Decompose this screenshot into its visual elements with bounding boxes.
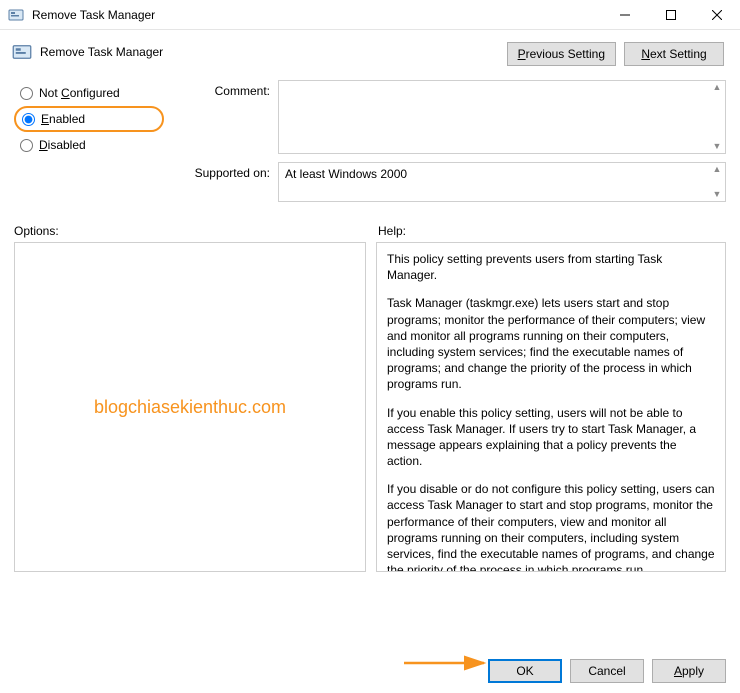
previous-setting-button[interactable]: Previous Setting — [507, 42, 616, 66]
state-radio-group: Not Configured Enabled Disabled — [14, 74, 164, 202]
help-panel: This policy setting prevents users from … — [376, 242, 726, 572]
supported-on-value-box: At least Windows 2000 ▲ ▼ — [278, 162, 726, 202]
supported-on-value: At least Windows 2000 — [285, 167, 407, 181]
policy-icon — [8, 7, 24, 23]
scroll-down-icon: ▼ — [711, 190, 723, 199]
help-paragraph: This policy setting prevents users from … — [387, 251, 715, 283]
watermark-text: blogchiasekienthuc.com — [94, 397, 286, 418]
options-panel: blogchiasekienthuc.com — [14, 242, 366, 572]
annotation-arrow-icon — [402, 653, 492, 679]
help-paragraph: Task Manager (taskmgr.exe) lets users st… — [387, 295, 715, 392]
content-area: Not Configured Enabled Disabled Comment:… — [0, 70, 740, 580]
window-controls — [602, 0, 740, 29]
radio-not-configured[interactable]: Not Configured — [14, 80, 164, 106]
apply-button[interactable]: Apply — [652, 659, 726, 683]
scroll-down-icon: ▼ — [711, 142, 723, 151]
next-setting-button[interactable]: Next Setting — [624, 42, 724, 66]
radio-disabled[interactable]: Disabled — [14, 132, 164, 158]
policy-icon-large — [12, 42, 32, 62]
supported-on-label: Supported on: — [174, 162, 270, 202]
help-paragraph: If you enable this policy setting, users… — [387, 405, 715, 470]
titlebar: Remove Task Manager — [0, 0, 740, 30]
maximize-button[interactable] — [648, 0, 694, 30]
comment-label: Comment: — [174, 80, 270, 154]
header-row: Remove Task Manager Previous Setting Nex… — [0, 30, 740, 70]
help-paragraph: If you disable or do not configure this … — [387, 481, 715, 572]
help-label: Help: — [374, 224, 726, 238]
policy-title: Remove Task Manager — [40, 45, 163, 59]
comment-textarea[interactable]: ▲ ▼ — [278, 80, 726, 154]
ok-button[interactable]: OK — [488, 659, 562, 683]
scroll-up-icon: ▲ — [711, 83, 723, 92]
cancel-button[interactable]: Cancel — [570, 659, 644, 683]
radio-enabled[interactable]: Enabled — [14, 106, 164, 132]
window-title: Remove Task Manager — [32, 8, 602, 22]
options-label: Options: — [14, 224, 374, 238]
scroll-up-icon: ▲ — [711, 165, 723, 174]
minimize-button[interactable] — [602, 0, 648, 30]
footer-buttons: OK Cancel Apply — [488, 659, 726, 683]
close-button[interactable] — [694, 0, 740, 30]
